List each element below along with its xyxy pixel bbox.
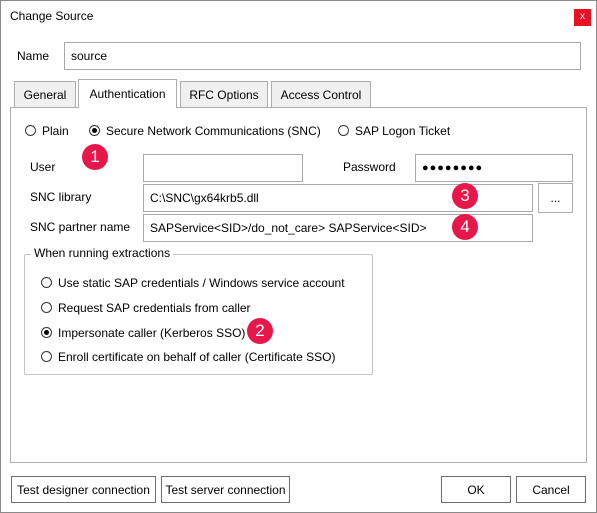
user-label: User xyxy=(30,160,56,174)
tab-access-control[interactable]: Access Control xyxy=(271,81,371,108)
radio-request-credentials-label: Request SAP credentials from caller xyxy=(58,301,251,315)
change-source-dialog: Change Source x Name source General Auth… xyxy=(0,0,597,513)
test-server-connection-button[interactable]: Test server connection xyxy=(161,476,290,503)
snc-partner-label: SNC partner name xyxy=(30,220,131,234)
badge-4: 4 xyxy=(452,214,478,240)
radio-snc[interactable] xyxy=(89,125,100,136)
radio-sap-logon-ticket[interactable] xyxy=(338,125,349,136)
radio-snc-label: Secure Network Communications (SNC) xyxy=(106,124,321,138)
radio-sap-logon-ticket-label: SAP Logon Ticket xyxy=(355,124,451,138)
browse-button[interactable]: ... xyxy=(538,183,573,213)
password-input[interactable]: ●●●●●●●● xyxy=(415,154,573,182)
ok-button[interactable]: OK xyxy=(441,476,511,503)
tab-general[interactable]: General xyxy=(14,81,76,108)
dialog-title: Change Source xyxy=(10,9,94,23)
name-input[interactable]: source xyxy=(64,42,581,70)
radio-request-credentials[interactable] xyxy=(41,302,52,313)
radio-impersonate-caller-label: Impersonate caller (Kerberos SSO) xyxy=(58,326,246,340)
badge-1: 1 xyxy=(82,144,108,170)
tab-rfc-options[interactable]: RFC Options xyxy=(180,81,268,108)
password-label: Password xyxy=(343,160,396,174)
badge-2: 2 xyxy=(247,318,273,344)
radio-static-credentials[interactable] xyxy=(41,277,52,288)
badge-3: 3 xyxy=(452,183,478,209)
radio-static-credentials-label: Use static SAP credentials / Windows ser… xyxy=(58,276,345,290)
snc-library-label: SNC library xyxy=(30,190,92,204)
radio-plain[interactable] xyxy=(25,125,36,136)
tab-authentication[interactable]: Authentication xyxy=(78,79,177,108)
radio-plain-label: Plain xyxy=(42,124,69,138)
test-designer-connection-button[interactable]: Test designer connection xyxy=(11,476,156,503)
user-input[interactable] xyxy=(143,154,303,182)
radio-impersonate-caller[interactable] xyxy=(41,327,52,338)
name-label: Name xyxy=(17,49,50,63)
cancel-button[interactable]: Cancel xyxy=(516,476,586,503)
radio-enroll-certificate[interactable] xyxy=(41,351,52,362)
radio-enroll-certificate-label: Enroll certificate on behalf of caller (… xyxy=(58,350,336,364)
close-button[interactable]: x xyxy=(574,9,591,26)
extraction-group-title: When running extractions xyxy=(31,246,174,260)
